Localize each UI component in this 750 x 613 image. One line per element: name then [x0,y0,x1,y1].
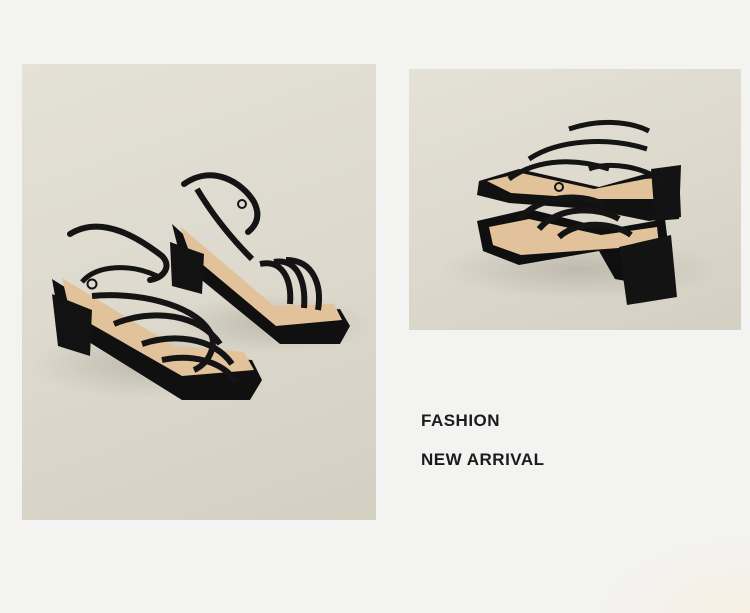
product-photo-pair-front [22,64,376,520]
product-photo-pair-side [409,69,741,330]
corner-glow-decoration [590,533,750,613]
sandals-side-illustration [439,120,719,305]
caption-new-arrival: NEW ARRIVAL [421,450,545,469]
caption-fashion: FASHION [421,411,501,430]
sandals-front-illustration [32,172,372,400]
